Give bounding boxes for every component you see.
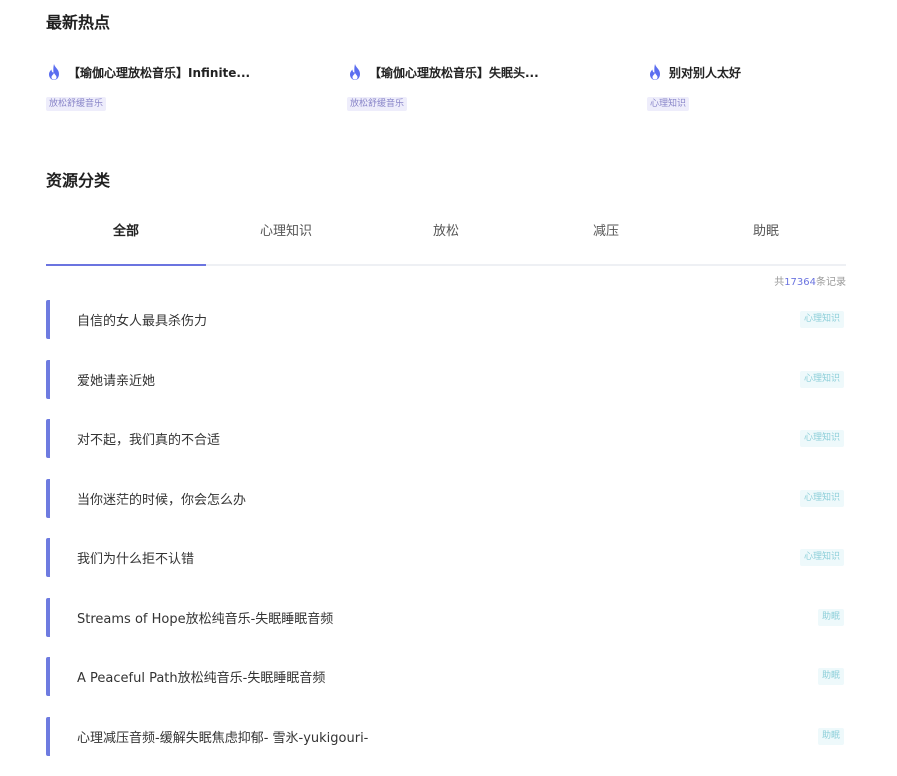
fire-icon — [49, 64, 59, 80]
list-item-title: A Peaceful Path放松纯音乐-失眠睡眠音频 — [77, 671, 326, 686]
hot-item[interactable]: 别对别人太好 心理知识 — [647, 62, 867, 111]
tab-sleep[interactable]: 助眠 — [686, 212, 846, 264]
record-count: 共17364条记录 — [774, 273, 846, 288]
fire-icon — [650, 64, 660, 80]
hot-item-name: 【瑜伽心理放松音乐】Infinite... — [68, 65, 251, 80]
list-item-title: 对不起，我们真的不合适 — [77, 433, 221, 448]
list-item-tag: 助眠 — [817, 668, 844, 685]
list-item[interactable]: 对不起，我们真的不合适 心理知识 — [46, 419, 846, 458]
list-item[interactable]: 当你迷茫的时候，你会怎么办 心理知识 — [46, 478, 846, 518]
list-item-title: 当你迷茫的时候，你会怎么办 — [77, 492, 247, 508]
list-item-title: 自信的女人最具杀伤力 — [77, 314, 208, 329]
hot-item-name: 【瑜伽心理放松音乐】失眠头... — [369, 65, 539, 80]
hot-item-tag: 放松舒缓音乐 — [347, 97, 408, 111]
tab-all[interactable]: 全部 — [46, 212, 206, 266]
category-section-title: 资源分类 — [46, 171, 111, 190]
record-count-prefix: 共 — [774, 277, 785, 288]
tab-decompress[interactable]: 减压 — [526, 212, 686, 264]
tab-relax[interactable]: 放松 — [366, 212, 526, 264]
list-item-tag: 心理知识 — [799, 370, 844, 388]
hot-item-tag: 放松舒缓音乐 — [46, 97, 107, 111]
category-tabs: 全部 心理知识 放松 减压 助眠 — [46, 212, 846, 266]
list-item-tag: 心理知识 — [799, 489, 844, 507]
list-item-title: 爱她请亲近她 — [77, 373, 156, 389]
list-item-tag: 心理知识 — [799, 430, 844, 447]
hot-item[interactable]: 【瑜伽心理放松音乐】Infinite... 放松舒缓音乐 — [46, 62, 266, 111]
record-count-number: 17364 — [784, 277, 816, 288]
tab-psychology[interactable]: 心理知识 — [206, 212, 366, 264]
resource-list: 自信的女人最具杀伤力 心理知识 爱她请亲近她 心理知识 对不起，我们真的不合适 … — [46, 300, 846, 776]
fire-icon — [350, 64, 360, 80]
list-item[interactable]: 我们为什么拒不认错 心理知识 — [46, 538, 846, 577]
hot-item-tag: 心理知识 — [647, 97, 690, 111]
list-item[interactable]: 自信的女人最具杀伤力 心理知识 — [46, 300, 846, 339]
list-item-title: Streams of Hope放松纯音乐-失眠睡眠音频 — [77, 611, 334, 627]
hot-section-title: 最新热点 — [46, 13, 111, 32]
record-count-suffix: 条记录 — [816, 277, 846, 288]
list-item-title: 心理减压音频-缓解失眠焦虑抑郁- 雪氷-yukigouri- — [77, 730, 369, 746]
list-item-tag: 心理知识 — [799, 549, 844, 566]
list-item-title: 我们为什么拒不认错 — [77, 552, 195, 567]
list-item[interactable]: 心理减压音频-缓解失眠焦虑抑郁- 雪氷-yukigouri- 助眠 — [46, 716, 846, 756]
list-item-tag: 心理知识 — [799, 311, 844, 328]
hot-item[interactable]: 【瑜伽心理放松音乐】失眠头... 放松舒缓音乐 — [347, 62, 567, 111]
list-item-tag: 助眠 — [817, 727, 844, 745]
list-item[interactable]: 爱她请亲近她 心理知识 — [46, 359, 846, 399]
list-item-tag: 助眠 — [817, 608, 844, 626]
list-item[interactable]: A Peaceful Path放松纯音乐-失眠睡眠音频 助眠 — [46, 657, 846, 696]
hot-item-name: 别对别人太好 — [669, 65, 742, 80]
list-item[interactable]: Streams of Hope放松纯音乐-失眠睡眠音频 助眠 — [46, 597, 846, 637]
